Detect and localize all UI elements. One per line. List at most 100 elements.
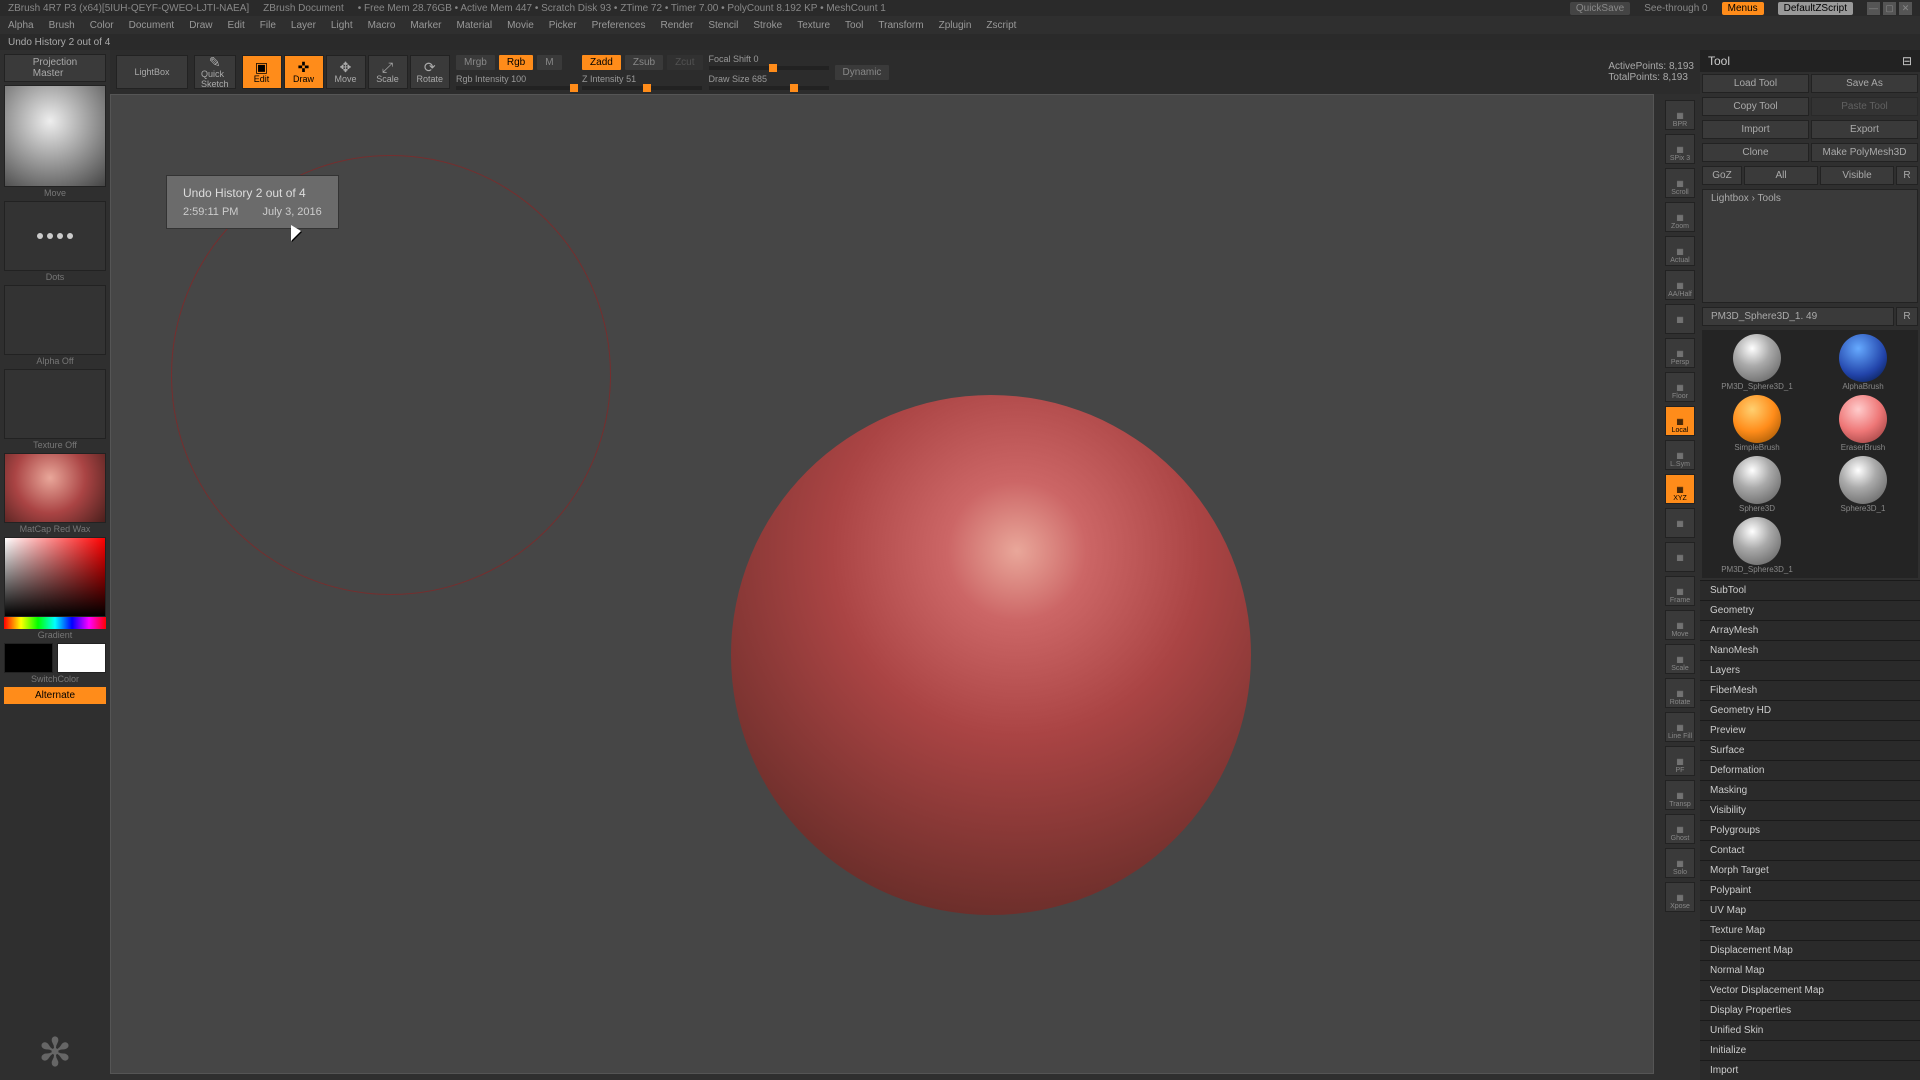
menu-marker[interactable]: Marker	[410, 20, 441, 31]
nav-move-button[interactable]: ▦Move	[1665, 610, 1695, 640]
focal-shift-slider[interactable]: Focal Shift 0	[709, 54, 829, 70]
nav-zoom-button[interactable]: ▦Zoom	[1665, 202, 1695, 232]
draw-size-slider[interactable]: Draw Size 685	[709, 74, 829, 90]
menu-alpha[interactable]: Alpha	[8, 20, 34, 31]
texture-thumbnail[interactable]	[4, 369, 106, 439]
menu-layer[interactable]: Layer	[291, 20, 316, 31]
tool-item[interactable]: Sphere3D	[1706, 456, 1808, 513]
menu-render[interactable]: Render	[661, 20, 694, 31]
section-displacement-map[interactable]: Displacement Map	[1700, 940, 1920, 960]
paste-tool-button[interactable]: Paste Tool	[1811, 97, 1918, 116]
section-polygroups[interactable]: Polygroups	[1700, 820, 1920, 840]
section-masking[interactable]: Masking	[1700, 780, 1920, 800]
section-unified-skin[interactable]: Unified Skin	[1700, 1020, 1920, 1040]
seethrough-slider[interactable]: See-through 0	[1644, 3, 1707, 14]
secondary-color-swatch[interactable]	[4, 643, 53, 673]
section-geometry-hd[interactable]: Geometry HD	[1700, 700, 1920, 720]
menu-light[interactable]: Light	[331, 20, 353, 31]
gradient-label[interactable]: Gradient	[4, 630, 106, 640]
nav-scroll-button[interactable]: ▦Scroll	[1665, 168, 1695, 198]
mrgb-toggle[interactable]: Mrgb	[456, 55, 495, 70]
rgb-intensity-slider[interactable]: Rgb Intensity 100	[456, 74, 576, 90]
lightbox-tools-button[interactable]: Lightbox › Tools	[1702, 189, 1918, 303]
current-tool-name[interactable]: PM3D_Sphere3D_1. 49	[1702, 307, 1894, 326]
edit-button[interactable]: ▣Edit	[242, 55, 282, 89]
section-contact[interactable]: Contact	[1700, 840, 1920, 860]
tool-item[interactable]: Sphere3D_1	[1812, 456, 1914, 513]
section-display-properties[interactable]: Display Properties	[1700, 1000, 1920, 1020]
nav-blank-button[interactable]: ▦	[1665, 542, 1695, 572]
menu-zscript[interactable]: Zscript	[986, 20, 1016, 31]
material-thumbnail[interactable]	[4, 453, 106, 523]
menu-file[interactable]: File	[260, 20, 276, 31]
nav-frame-button[interactable]: ▦Frame	[1665, 576, 1695, 606]
nav-persp-button[interactable]: ▦Persp	[1665, 338, 1695, 368]
menu-texture[interactable]: Texture	[797, 20, 830, 31]
zadd-toggle[interactable]: Zadd	[582, 55, 621, 70]
section-uv-map[interactable]: UV Map	[1700, 900, 1920, 920]
menu-preferences[interactable]: Preferences	[592, 20, 646, 31]
tool-item[interactable]: PM3D_Sphere3D_1	[1706, 334, 1808, 391]
menu-tool[interactable]: Tool	[845, 20, 863, 31]
rotate-button[interactable]: ⟳Rotate	[410, 55, 451, 89]
menu-draw[interactable]: Draw	[189, 20, 212, 31]
z-intensity-slider[interactable]: Z Intensity 51	[582, 74, 702, 90]
switchcolor-button[interactable]: SwitchColor	[4, 674, 106, 684]
nav-blank-button[interactable]: ▦	[1665, 508, 1695, 538]
stroke-thumbnail[interactable]	[4, 201, 106, 271]
scale-button[interactable]: ⤢Scale	[368, 55, 408, 89]
nav-xyz-button[interactable]: ▦XYZ	[1665, 474, 1695, 504]
alternate-button[interactable]: Alternate	[4, 687, 106, 704]
nav-spix-3-button[interactable]: ▦SPix 3	[1665, 134, 1695, 164]
menu-brush[interactable]: Brush	[49, 20, 75, 31]
section-preview[interactable]: Preview	[1700, 720, 1920, 740]
section-morph-target[interactable]: Morph Target	[1700, 860, 1920, 880]
window-min-icon[interactable]: —	[1867, 2, 1880, 15]
section-vector-displacement-map[interactable]: Vector Displacement Map	[1700, 980, 1920, 1000]
nav-xpose-button[interactable]: ▦Xpose	[1665, 882, 1695, 912]
current-tool-r-button[interactable]: R	[1896, 307, 1918, 326]
quicksave-button[interactable]: QuickSave	[1570, 2, 1630, 15]
menu-picker[interactable]: Picker	[549, 20, 577, 31]
quicksketch-button[interactable]: ✎Quick Sketch	[194, 55, 236, 89]
section-geometry[interactable]: Geometry	[1700, 600, 1920, 620]
section-fibermesh[interactable]: FiberMesh	[1700, 680, 1920, 700]
section-surface[interactable]: Surface	[1700, 740, 1920, 760]
default-zscript[interactable]: DefaultZScript	[1778, 2, 1853, 15]
dynamic-toggle[interactable]: Dynamic	[835, 65, 890, 80]
window-close-icon[interactable]: ✕	[1899, 2, 1912, 15]
section-normal-map[interactable]: Normal Map	[1700, 960, 1920, 980]
lightbox-button[interactable]: LightBox	[116, 55, 188, 89]
section-import[interactable]: Import	[1700, 1060, 1920, 1080]
draw-button[interactable]: ✜Draw	[284, 55, 324, 89]
tool-item[interactable]: SimpleBrush	[1706, 395, 1808, 452]
viewport-canvas[interactable]: Undo History 2 out of 4 2:59:11 PM July …	[110, 94, 1654, 1074]
zcut-toggle[interactable]: Zcut	[667, 55, 702, 70]
section-initialize[interactable]: Initialize	[1700, 1040, 1920, 1060]
nav-transp-button[interactable]: ▦Transp	[1665, 780, 1695, 810]
make-polymesh3d-button[interactable]: Make PolyMesh3D	[1811, 143, 1918, 162]
menu-transform[interactable]: Transform	[878, 20, 923, 31]
section-deformation[interactable]: Deformation	[1700, 760, 1920, 780]
tool-item[interactable]: AlphaBrush	[1812, 334, 1914, 391]
menu-stroke[interactable]: Stroke	[753, 20, 782, 31]
brush-thumbnail[interactable]	[4, 85, 106, 187]
goz-r-button[interactable]: R	[1896, 166, 1918, 185]
section-layers[interactable]: Layers	[1700, 660, 1920, 680]
section-polypaint[interactable]: Polypaint	[1700, 880, 1920, 900]
load-tool-button[interactable]: Load Tool	[1702, 74, 1809, 93]
menu-document[interactable]: Document	[129, 20, 175, 31]
menu-stencil[interactable]: Stencil	[708, 20, 738, 31]
m-toggle[interactable]: M	[537, 55, 561, 70]
goz-visible-button[interactable]: Visible	[1820, 166, 1894, 185]
nav-bpr-button[interactable]: ▦BPR	[1665, 100, 1695, 130]
goz-button[interactable]: GoZ	[1702, 166, 1742, 185]
section-texture-map[interactable]: Texture Map	[1700, 920, 1920, 940]
nav-local-button[interactable]: ▦Local	[1665, 406, 1695, 436]
nav-ghost-button[interactable]: ▦Ghost	[1665, 814, 1695, 844]
window-max-icon[interactable]: ▢	[1883, 2, 1896, 15]
nav-solo-button[interactable]: ▦Solo	[1665, 848, 1695, 878]
nav-pf-button[interactable]: ▦PF	[1665, 746, 1695, 776]
section-visibility[interactable]: Visibility	[1700, 800, 1920, 820]
nav-actual-button[interactable]: ▦Actual	[1665, 236, 1695, 266]
